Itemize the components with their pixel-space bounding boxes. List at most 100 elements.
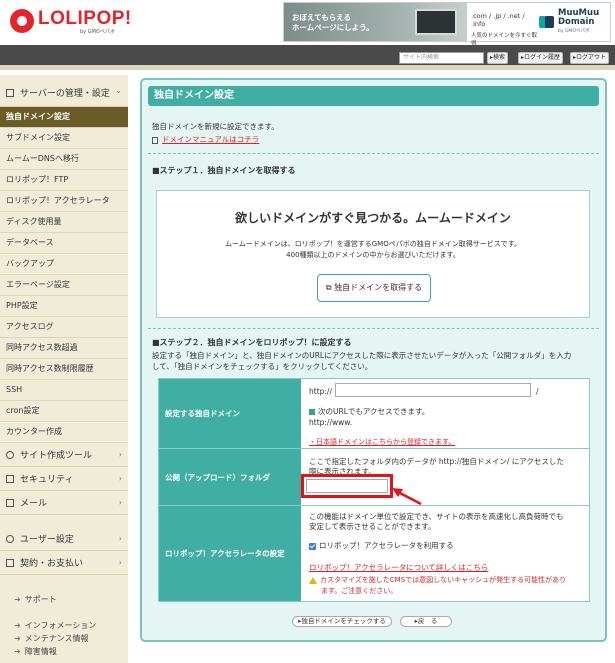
lolipop-logo[interactable]: LOLIPOP! by GMOペパボ <box>10 9 132 35</box>
search-button[interactable]: ▸検索 <box>487 52 509 64</box>
get-domain-button[interactable]: ⧉ 独自ドメインを取得する <box>317 274 431 302</box>
sidebar-item-ftp[interactable]: ロリポップ！FTP <box>0 170 128 191</box>
wallet-icon <box>6 558 14 567</box>
logo-sub: by GMOペパボ <box>80 29 115 35</box>
document-icon <box>152 136 158 144</box>
slash-suffix: / <box>536 387 539 396</box>
row-label-accelerator: ロリポップ！アクセラレータの設定 <box>159 506 301 601</box>
banner-line2: ホームページにしよう。 <box>292 23 374 32</box>
sidebar-item-backup[interactable]: バックアップ <box>0 254 128 275</box>
chevron-down-icon: ⌄ <box>115 86 122 95</box>
sidebar-link-maintenance[interactable]: ➜ メンテナンス情報 <box>0 632 128 645</box>
site-tools-icon <box>6 450 14 459</box>
login-history-button[interactable]: ▸ログイン履歴 <box>518 52 564 64</box>
mail-icon <box>6 498 14 507</box>
row-label-domain: 設定する独自ドメイン <box>159 379 301 448</box>
sidebar-item-dns-migrate[interactable]: ムームーDNSへ移行 <box>0 149 128 170</box>
intro-text: 独自ドメインを新規に設定できます。 <box>152 122 279 131</box>
muumuu-banner[interactable]: おぼえてもらえる ホームページにしよう。 .com / .jp / .net /… <box>283 2 611 47</box>
warning-line1: カスタマイズを施したCMSでは意図しないキャッシュが発生する可能性があり <box>320 576 567 584</box>
laptop-icon <box>415 9 457 35</box>
step2-heading: ■ステップ２．独自ドメインをロリポップ！に設定する <box>152 338 352 347</box>
sidebar-item-cron[interactable]: cron設定 <box>0 401 128 422</box>
arrow-right-icon: ➜ <box>14 595 21 604</box>
sidebar-item-concurrent-history[interactable]: 同時アクセス数制限履歴 <box>0 359 128 380</box>
muumuu-promo-heading: 欲しいドメインがすぐ見つかる。ムームードメイン <box>235 211 511 225</box>
chevron-right-icon: › <box>118 474 122 483</box>
also-access-text: 次のURLでもアクセスできます。 <box>318 407 430 416</box>
sidebar-item-php[interactable]: PHP設定 <box>0 296 128 317</box>
domain-settings-panel: 独自ドメイン設定 独自ドメインを新規に設定できます。 ドメインマニュアルはコチラ… <box>140 78 607 642</box>
external-link-icon: ⧉ <box>325 283 332 292</box>
sidebar-cat-security[interactable]: セキュリティ › <box>0 467 128 491</box>
arrow-right-icon: ➜ <box>14 647 21 656</box>
page-title: 独自ドメイン設定 <box>148 86 599 106</box>
sidebar-item-errorpage[interactable]: エラーページ設定 <box>0 275 128 296</box>
chevron-right-icon: › <box>118 450 122 459</box>
red-arrow-icon <box>392 488 422 506</box>
sidebar-cat-server[interactable]: サーバーの管理・設定 ⌄ <box>0 79 128 107</box>
sidebar-item-database[interactable]: データベース <box>0 233 128 254</box>
back-button[interactable]: ▸戻 る <box>400 616 452 627</box>
logout-button[interactable]: ▸ログアウト <box>570 52 610 64</box>
step2-desc1: 設定する「独自ドメイン」と、独自ドメインのURLにアクセスした際に表示させたいデ… <box>152 351 572 360</box>
site-search-input[interactable]: サイト内検索 <box>399 52 484 64</box>
muumuu-promo-desc2: 400種類以上のドメインの中からお選びいただけます。 <box>286 251 460 259</box>
muumuu-sub: by GMOペパボ <box>558 28 590 34</box>
utility-bar: サイト内検索 ▸検索 ▸ログイン履歴 ▸ログアウト <box>0 45 615 70</box>
domain-input[interactable] <box>335 383 531 397</box>
sidebar-link-info[interactable]: ➜ インフォメーション <box>0 619 128 632</box>
divider <box>148 328 599 329</box>
server-icon <box>6 88 14 97</box>
muumuu-line2: Domain <box>558 16 595 27</box>
sidebar-cat-site-tools[interactable]: サイト作成ツール › <box>0 443 128 467</box>
accelerator-checkbox[interactable]: ロリポップ！アクセラレータを利用する <box>309 540 454 551</box>
arrow-right-icon: ➜ <box>14 621 21 630</box>
chevron-right-icon: › <box>118 498 122 507</box>
step2-desc2: して、「独自ドメインをチェックする」をクリックしてください。 <box>152 362 373 371</box>
sidebar-item-counter[interactable]: カウンター作成 <box>0 422 128 443</box>
sidebar-link-support[interactable]: ➜ サポート <box>0 593 128 606</box>
sidebar-cat-contract[interactable]: 契約・お支払い › <box>0 551 128 575</box>
chevron-right-icon: › <box>118 534 122 543</box>
user-icon <box>6 534 14 543</box>
row-label-folder: 公開（アップロード）フォルダ <box>159 449 301 505</box>
step1-heading: ■ステップ１．独自ドメインを取得する <box>152 166 296 175</box>
site-header: LOLIPOP! by GMOペパボ おぼえてもらえる ホームページにしよう。 … <box>0 0 615 47</box>
jp-domain-link[interactable]: ・日本語ドメインはこちらから登録できます。 <box>309 437 455 447</box>
sidebar-link-trouble[interactable]: ➜ 障害情報 <box>0 645 128 658</box>
domain-settings-form: 設定する独自ドメイン http:// / 次のURLでもアクセスできます。 ht… <box>158 378 590 602</box>
muumuu-logo-icon <box>539 14 555 30</box>
http-prefix: http:// <box>309 387 332 396</box>
sidebar-item-accesslog[interactable]: アクセスログ <box>0 317 128 338</box>
warning-icon <box>309 576 317 584</box>
check-domain-button[interactable]: ▸独自ドメインをチェックする <box>292 616 392 627</box>
divider <box>148 153 599 154</box>
sidebar-item-subdomain[interactable]: サブドメイン設定 <box>0 128 128 149</box>
public-folder-input[interactable] <box>306 479 388 493</box>
lolipop-logo-icon <box>10 9 34 33</box>
warning-line2: ます。ご注意ください。 <box>321 587 398 595</box>
accelerator-desc2: 安定して表示させることができます。 <box>309 522 436 531</box>
muumuu-promo-box: 欲しいドメインがすぐ見つかる。ムームードメイン ムームードメインは、ロリポップ！… <box>156 190 590 318</box>
sidebar-cat-mail[interactable]: メール › <box>0 491 128 515</box>
sidebar-item-concurrent-exceed[interactable]: 同時アクセス数超過 <box>0 338 128 359</box>
sidebar-item-disk[interactable]: ディスク使用量 <box>0 212 128 233</box>
banner-line1: おぼえてもらえる <box>292 13 352 22</box>
sidebar: サーバーの管理・設定 ⌄ 独自ドメイン設定 サブドメイン設定 ムームーDNSへ移… <box>0 75 128 663</box>
chevron-right-icon: › <box>118 558 122 567</box>
muumuu-promo-desc1: ムームードメインは、ロリポップ！を運営するGMOペパボの独自ドメイン取得サービス… <box>224 240 522 248</box>
sidebar-cat-user[interactable]: ユーザー設定 › <box>0 527 128 551</box>
sidebar-item-ssh[interactable]: SSH <box>0 380 128 401</box>
shield-icon <box>6 474 14 483</box>
www-prefix: http://www. <box>309 418 353 427</box>
manual-link[interactable]: ドメインマニュアルはコチラ <box>152 134 259 145</box>
accelerator-info-link[interactable]: ロリポップ！アクセラレータについて詳しくはこちら <box>309 562 488 573</box>
square-bullet-icon <box>309 409 315 415</box>
sidebar-item-domain[interactable]: 独自ドメイン設定 <box>0 107 128 128</box>
sidebar-item-accelerator[interactable]: ロリポップ！アクセラレータ <box>0 191 128 212</box>
checkbox-checked-icon <box>309 542 316 550</box>
banner-domains: .com / .jp / .net / .info <box>471 12 525 28</box>
logo-name: LOLIPOP! <box>38 8 132 29</box>
arrow-right-icon: ➜ <box>14 634 21 643</box>
